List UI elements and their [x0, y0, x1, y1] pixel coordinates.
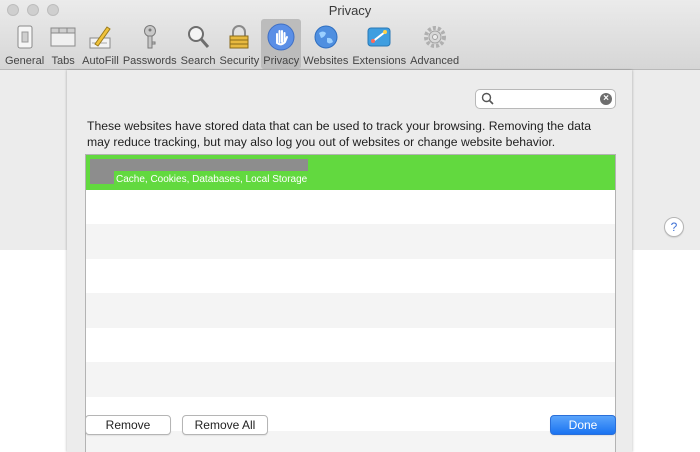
empty-row [86, 190, 615, 225]
tab-label: Extensions [352, 55, 407, 67]
tab-label: Websites [303, 55, 349, 67]
site-data-detail: Cache, Cookies, Databases, Local Storage [116, 174, 308, 185]
tab-security[interactable]: Security [217, 19, 261, 69]
empty-row [86, 224, 615, 259]
tab-privacy[interactable]: Privacy [261, 19, 302, 69]
tab-search[interactable]: Search [179, 19, 218, 69]
gear-icon [420, 22, 450, 52]
tab-label: Tabs [51, 55, 75, 67]
preferences-toolbar: General Tabs AutoFill Passwords Search S… [3, 19, 461, 69]
site-favicon [90, 169, 114, 184]
padlock-icon [224, 22, 254, 52]
extensions-icon [364, 22, 394, 52]
window-title: Privacy [328, 3, 372, 18]
tab-label: Privacy [263, 55, 300, 67]
clear-search-icon[interactable]: × [600, 93, 612, 105]
redacted-site-name [90, 159, 308, 171]
tab-passwords[interactable]: Passwords [121, 19, 179, 69]
tab-label: AutoFill [82, 55, 119, 67]
key-icon [135, 22, 165, 52]
tab-advanced[interactable]: Advanced [408, 19, 461, 69]
tab-label: Security [219, 55, 260, 67]
remove-button[interactable]: Remove [85, 415, 171, 435]
description-text: These websites have stored data that can… [87, 119, 592, 149]
tab-websites[interactable]: Websites [301, 19, 350, 69]
empty-row [86, 362, 615, 397]
help-button[interactable]: ? [664, 217, 684, 237]
empty-row [86, 259, 615, 294]
tab-label: Passwords [122, 55, 177, 67]
website-data-list[interactable]: Cache, Cookies, Databases, Local Storage [85, 154, 616, 452]
remove-all-button[interactable]: Remove All [182, 415, 268, 435]
tab-extensions[interactable]: Extensions [350, 19, 408, 69]
website-data-sheet: × These websites have stored data that c… [67, 70, 632, 452]
general-switch-icon [10, 22, 40, 52]
autofill-pencil-icon [85, 22, 115, 52]
titlebar: Privacy General Tabs AutoFill Passwords [0, 0, 700, 70]
tab-autofill[interactable]: AutoFill [80, 19, 121, 69]
search-input[interactable] [496, 91, 596, 107]
globe-icon [311, 22, 341, 52]
hand-icon [266, 22, 296, 52]
tabs-icon [48, 22, 78, 52]
tab-label: Search [180, 55, 216, 67]
tab-label: Advanced [410, 55, 460, 67]
list-item[interactable]: Cache, Cookies, Databases, Local Storage [86, 155, 615, 190]
tab-general[interactable]: General [3, 19, 46, 69]
empty-row [86, 293, 615, 328]
search-icon [481, 92, 494, 110]
tab-label: General [5, 55, 45, 67]
magnifier-icon [183, 22, 213, 52]
tab-tabs[interactable]: Tabs [46, 19, 80, 69]
done-button[interactable]: Done [550, 415, 616, 435]
search-field[interactable]: × [475, 89, 616, 109]
empty-row [86, 328, 615, 363]
